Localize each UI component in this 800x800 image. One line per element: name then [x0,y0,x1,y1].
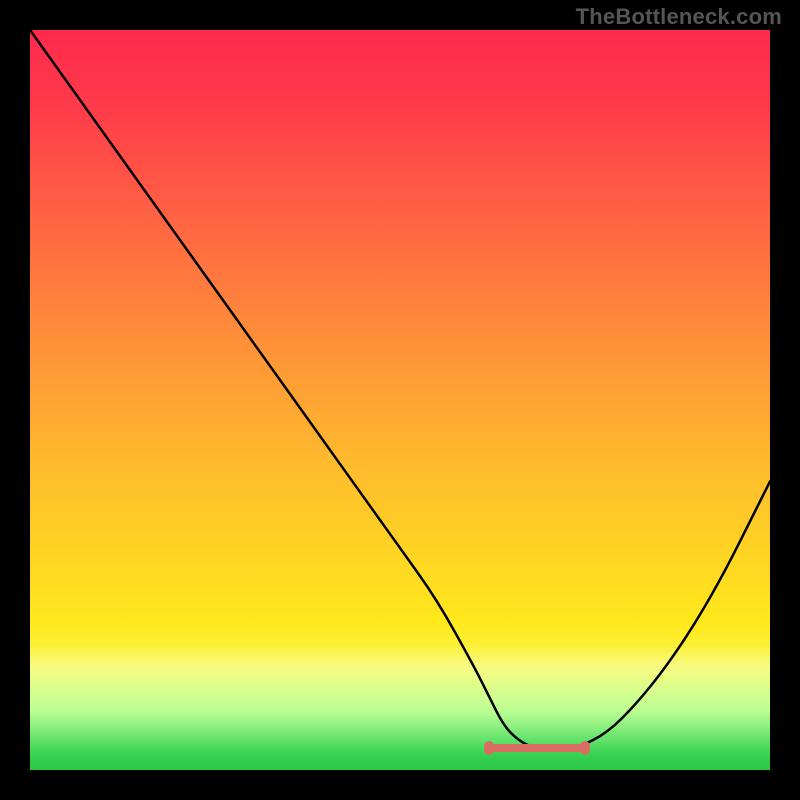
optimal-range-cap-right [580,741,590,755]
optimal-range-marker [489,744,585,752]
heat-gradient [30,30,770,770]
plot-area [30,30,770,770]
optimal-range-cap-left [484,741,494,755]
chart-stage: TheBottleneck.com [0,0,800,800]
watermark-text: TheBottleneck.com [576,4,782,30]
